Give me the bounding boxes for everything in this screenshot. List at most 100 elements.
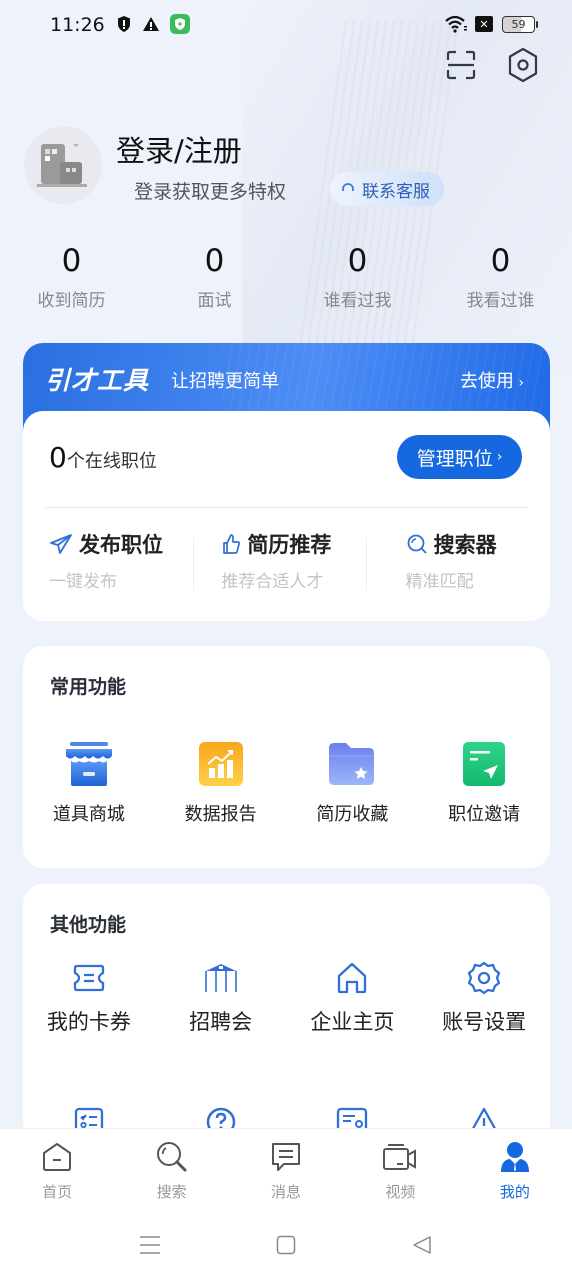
divider <box>45 507 528 508</box>
profile-tab-icon <box>500 1142 529 1172</box>
back-button[interactable] <box>410 1233 434 1257</box>
action-subtitle: 一键发布 <box>49 572 117 592</box>
section-title: 其他功能 <box>50 914 127 936</box>
warning-icon <box>142 15 160 33</box>
bottom-navigation: 首页 搜索 消息 视频 我的 <box>0 1128 572 1210</box>
grid-item-resume-favorites[interactable]: 简历收藏 <box>287 738 419 826</box>
login-subtitle: 登录获取更多特权 <box>134 181 287 203</box>
stat-label: 谁看过我 <box>323 291 392 311</box>
recruit-tools-slogan: 让招聘更简单 <box>171 371 279 392</box>
grid-item-label: 账号设置 <box>442 1010 527 1034</box>
grid-item-label: 道具商城 <box>52 804 125 825</box>
grid-item-label: 数据报告 <box>184 804 257 825</box>
action-title: 简历推荐 <box>247 533 332 557</box>
search-icon <box>407 534 427 554</box>
shop-icon <box>65 742 112 786</box>
grid-item-label: 职位邀请 <box>448 804 521 825</box>
avatar[interactable] <box>24 126 102 204</box>
grid-item-account-settings[interactable]: 账号设置 <box>418 958 550 1036</box>
coupon-icon <box>73 964 105 992</box>
stat-who-viewed-me[interactable]: 0 谁看过我 <box>286 240 429 311</box>
stat-i-viewed[interactable]: 0 我看过谁 <box>429 240 572 311</box>
action-title: 搜索器 <box>433 533 497 557</box>
system-navigation-bar <box>0 1210 572 1280</box>
status-bar: 11:26 ✕ 59 <box>0 0 572 50</box>
square-home-icon <box>276 1235 296 1255</box>
common-functions-card: 常用功能 道具商城 数据报告 简历收藏 职位邀请 <box>23 646 550 868</box>
battery-level: 59 <box>511 18 526 31</box>
action-title: 发布职位 <box>79 533 163 557</box>
tab-home[interactable]: 首页 <box>0 1129 114 1210</box>
stat-interviews[interactable]: 0 面试 <box>143 240 286 311</box>
hexagon-settings-icon <box>508 47 538 83</box>
other-functions-card: 其他功能 我的卡券 招聘会 企业主页 账号设置 <box>23 884 550 1144</box>
search-tab-icon <box>156 1142 187 1172</box>
online-jobs-label: 个在线职位 <box>66 451 157 472</box>
thumbs-up-icon <box>223 534 241 554</box>
stat-value: 0 <box>204 243 225 279</box>
grid-item-label: 招聘会 <box>189 1010 253 1034</box>
stat-label: 面试 <box>197 291 232 311</box>
scan-button[interactable] <box>444 46 478 84</box>
manage-jobs-button[interactable]: 管理职位 › <box>397 435 522 479</box>
tab-label: 搜索 <box>156 1183 187 1201</box>
scan-icon <box>446 50 476 80</box>
tool-actions: 发布职位 一键发布 简历推荐 推荐合适人才 搜索器 精准匹配 <box>23 529 550 592</box>
grid-item-job-invite[interactable]: 职位邀请 <box>418 738 550 826</box>
battery-icon: 59 <box>502 16 538 33</box>
go-use-label: 去使用 <box>459 371 514 392</box>
back-triangle-icon <box>413 1236 431 1254</box>
send-icon <box>50 534 72 554</box>
online-jobs-count: 0个在线职位 <box>49 441 157 474</box>
headset-icon <box>342 183 354 191</box>
stat-value: 0 <box>490 243 511 279</box>
go-use-link[interactable]: 去使用 › <box>460 367 524 393</box>
common-functions-grid: 道具商城 数据报告 简历收藏 职位邀请 <box>23 738 550 826</box>
login-register-link[interactable]: 登录/注册 <box>116 128 242 170</box>
searcher-action[interactable]: 搜索器 精准匹配 <box>365 529 550 592</box>
other-functions-grid: 我的卡券 招聘会 企业主页 账号设置 <box>23 958 550 1036</box>
grid-item-label: 企业主页 <box>310 1010 395 1034</box>
action-subtitle: 推荐合适人才 <box>221 572 324 592</box>
section-title: 常用功能 <box>50 676 127 698</box>
home-tab-icon <box>43 1143 72 1171</box>
home-icon <box>338 962 367 994</box>
manage-jobs-label: 管理职位 <box>416 447 493 470</box>
online-jobs-value: 0 <box>49 441 67 474</box>
stat-received-resumes[interactable]: 0 收到简历 <box>0 240 143 311</box>
tab-messages[interactable]: 消息 <box>229 1129 343 1210</box>
grid-item-label: 我的卡券 <box>46 1010 131 1034</box>
chevron-right-icon: › <box>496 449 503 465</box>
action-subtitle: 精准匹配 <box>405 572 474 592</box>
tab-me[interactable]: 我的 <box>458 1129 572 1210</box>
chevron-right-icon: › <box>513 375 524 391</box>
stats-row: 0 收到简历 0 面试 0 谁看过我 0 我看过谁 <box>0 240 572 311</box>
folder-star-icon <box>329 743 375 785</box>
grid-item-company-homepage[interactable]: 企业主页 <box>287 958 419 1036</box>
resume-recommend-action[interactable]: 简历推荐 推荐合适人才 <box>193 529 365 592</box>
message-tab-icon <box>272 1143 301 1171</box>
tab-label: 首页 <box>42 1183 73 1201</box>
status-time: 11:26 <box>50 14 105 36</box>
post-job-action[interactable]: 发布职位 一键发布 <box>23 529 193 592</box>
stat-label: 收到简历 <box>37 291 106 311</box>
chart-report-icon <box>198 742 243 786</box>
home-button[interactable] <box>274 1233 298 1257</box>
invite-send-icon <box>463 742 506 786</box>
sim-blocked-icon: ✕ <box>475 16 493 32</box>
settings-button[interactable] <box>506 46 540 84</box>
contact-service-label: 联系客服 <box>362 181 430 202</box>
tab-label: 视频 <box>385 1183 416 1201</box>
tab-search[interactable]: 搜索 <box>114 1129 228 1210</box>
contact-service-button[interactable]: 联系客服 <box>330 172 444 206</box>
menu-icon <box>140 1236 160 1254</box>
grid-item-data-report[interactable]: 数据报告 <box>155 738 287 826</box>
grid-item-job-fair[interactable]: 招聘会 <box>155 958 287 1036</box>
grid-item-label: 简历收藏 <box>316 804 389 825</box>
company-building-icon <box>37 143 87 187</box>
wifi-icon <box>444 15 468 33</box>
tab-video[interactable]: 视频 <box>343 1129 457 1210</box>
grid-item-shop[interactable]: 道具商城 <box>23 738 155 826</box>
grid-item-my-coupons[interactable]: 我的卡券 <box>23 958 155 1036</box>
recents-button[interactable] <box>138 1233 162 1257</box>
